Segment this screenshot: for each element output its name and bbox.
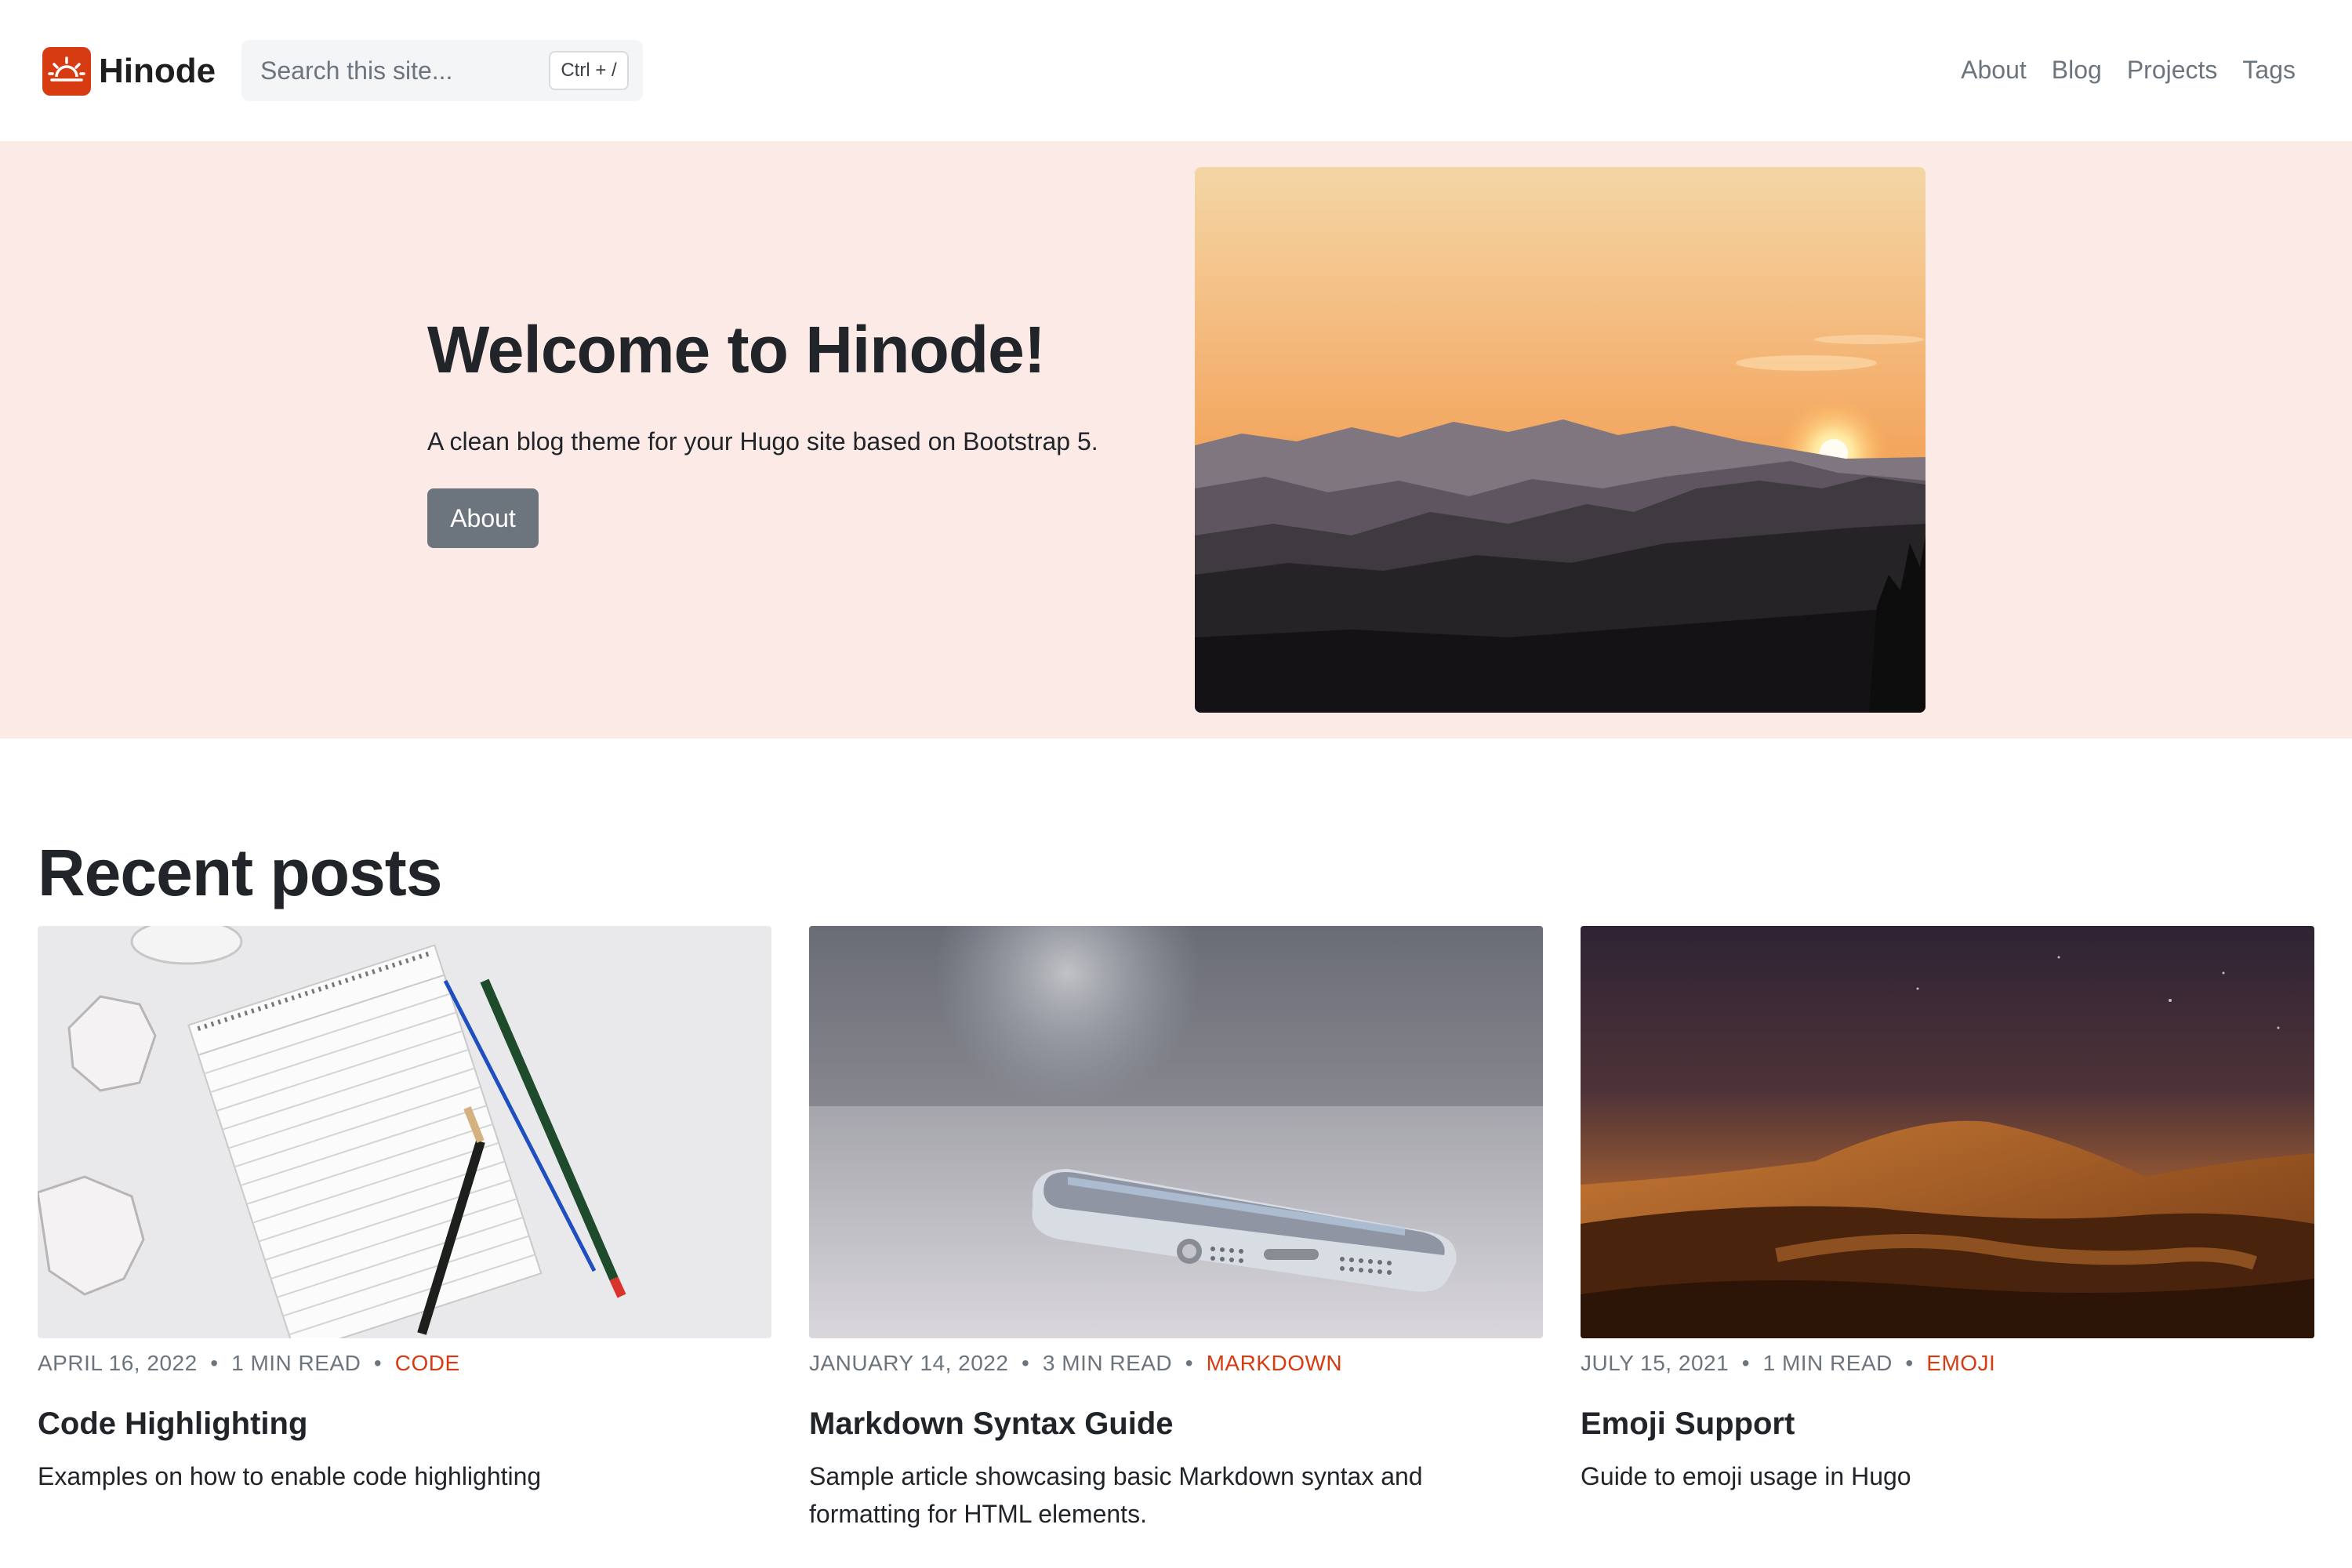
meta-separator: •: [203, 1351, 225, 1375]
post-date: APRIL 16, 2022: [38, 1351, 198, 1375]
post-read-time: 1 MIN READ: [231, 1351, 361, 1375]
post-read-time: 1 MIN READ: [1762, 1351, 1893, 1375]
post-thumbnail-phone[interactable]: [809, 926, 1543, 1338]
post-thumbnail-desert[interactable]: [1581, 926, 2314, 1338]
hero-sunrise-image: [1195, 167, 1926, 713]
site-header: Hinode Ctrl + / About Blog Projects Tags: [0, 0, 2352, 141]
hero-subtitle: A clean blog theme for your Hugo site ba…: [427, 427, 1098, 456]
sunrise-logo-icon: [42, 47, 91, 96]
post-description: Guide to emoji usage in Hugo: [1581, 1462, 1911, 1490]
nav-about[interactable]: About: [1961, 52, 2027, 88]
post-tag-link[interactable]: EMOJI: [1926, 1351, 1995, 1375]
post-tag-link[interactable]: CODE: [395, 1351, 460, 1375]
post-date: JULY 15, 2021: [1581, 1351, 1730, 1375]
post-description: Examples on how to enable code highlight…: [38, 1462, 542, 1490]
hero-section: Welcome to Hinode! A clean blog theme fo…: [0, 141, 2352, 739]
nav-blog[interactable]: Blog: [2052, 52, 2102, 88]
post-tag-link[interactable]: MARKDOWN: [1207, 1351, 1343, 1375]
post-card-markdown-syntax-guide[interactable]: JANUARY 14, 2022 • 3 MIN READ • MARKDOWN…: [809, 926, 1543, 1533]
nav-projects[interactable]: Projects: [2127, 52, 2218, 88]
meta-separator: •: [1178, 1351, 1200, 1375]
post-title-link[interactable]: Markdown Syntax Guide: [809, 1404, 1543, 1443]
search-input[interactable]: [260, 56, 519, 85]
search-box[interactable]: Ctrl + /: [241, 40, 643, 101]
post-card-emoji-support[interactable]: JULY 15, 2021 • 1 MIN READ • EMOJI Emoji…: [1581, 926, 2314, 1495]
recent-posts-heading: Recent posts: [38, 836, 442, 909]
main-nav: About Blog Projects Tags: [1961, 52, 2296, 88]
post-title-link[interactable]: Code Highlighting: [38, 1404, 771, 1443]
post-meta: JULY 15, 2021 • 1 MIN READ • EMOJI: [1581, 1346, 2314, 1381]
brand-link[interactable]: Hinode: [42, 47, 216, 96]
meta-separator: •: [1735, 1351, 1757, 1375]
hero-about-button[interactable]: About: [427, 488, 539, 548]
post-description: Sample article showcasing basic Markdown…: [809, 1462, 1423, 1528]
nav-tags[interactable]: Tags: [2242, 52, 2296, 88]
post-date: JANUARY 14, 2022: [809, 1351, 1009, 1375]
hero-title: Welcome to Hinode!: [427, 313, 1046, 387]
post-thumbnail-notepad[interactable]: [38, 926, 771, 1338]
post-meta: JANUARY 14, 2022 • 3 MIN READ • MARKDOWN: [809, 1346, 1543, 1381]
post-card-code-highlighting[interactable]: APRIL 16, 2022 • 1 MIN READ • CODE Code …: [38, 926, 771, 1495]
post-meta: APRIL 16, 2022 • 1 MIN READ • CODE: [38, 1346, 771, 1381]
post-read-time: 3 MIN READ: [1042, 1351, 1173, 1375]
meta-separator: •: [1014, 1351, 1036, 1375]
brand-name: Hinode: [99, 52, 216, 90]
meta-separator: •: [367, 1351, 389, 1375]
post-title-link[interactable]: Emoji Support: [1581, 1404, 2314, 1443]
search-shortcut-hint: Ctrl + /: [549, 51, 629, 90]
meta-separator: •: [1899, 1351, 1920, 1375]
